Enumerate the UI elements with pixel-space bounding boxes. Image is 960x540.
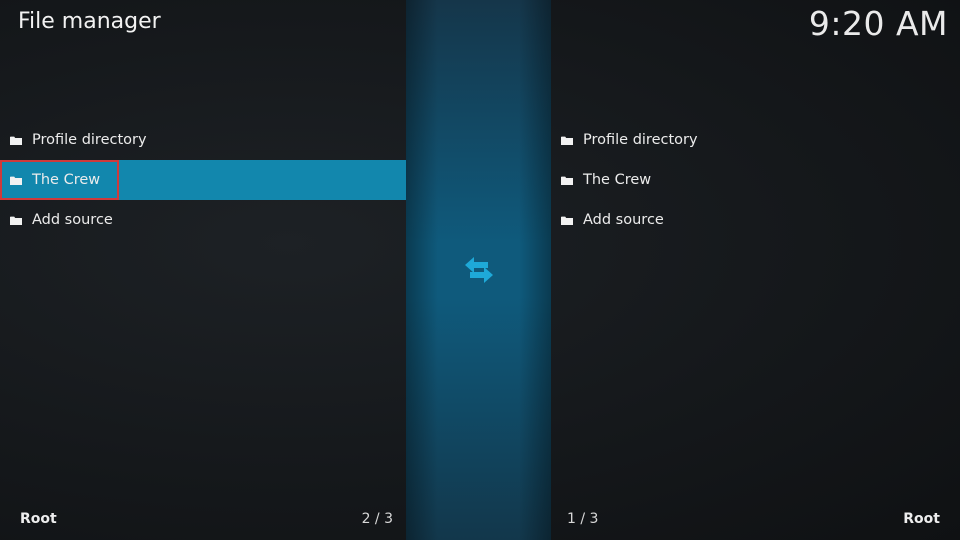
list-item-add-source[interactable]: Add source <box>551 200 960 240</box>
left-source-list: Profile directory The Crew Add source <box>0 120 406 240</box>
list-item-label: Add source <box>583 212 664 228</box>
list-item-the-crew[interactable]: The Crew <box>0 160 406 200</box>
folder-icon <box>561 176 573 185</box>
list-item-the-crew[interactable]: The Crew <box>551 160 960 200</box>
folder-icon <box>10 176 22 185</box>
list-item-label: The Crew <box>583 172 652 188</box>
list-item-label: Profile directory <box>32 132 147 148</box>
file-manager-screen: File manager 9:20 AM Profile directory T… <box>0 0 960 540</box>
right-source-list: Profile directory The Crew Add source <box>551 120 960 240</box>
left-pane: Profile directory The Crew Add source Ro… <box>0 0 406 540</box>
list-item-profile-directory[interactable]: Profile directory <box>551 120 960 160</box>
folder-icon <box>561 216 573 225</box>
swap-arrows-icon[interactable] <box>462 254 496 286</box>
list-item-label: The Crew <box>32 172 101 188</box>
left-path-label: Root <box>20 511 57 527</box>
list-item-profile-directory[interactable]: Profile directory <box>0 120 406 160</box>
right-pane: Profile directory The Crew Add source 1 … <box>551 0 960 540</box>
list-item-label: Profile directory <box>583 132 698 148</box>
right-path-label: Root <box>903 511 940 527</box>
list-item-add-source[interactable]: Add source <box>0 200 406 240</box>
pane-divider <box>406 0 551 540</box>
right-item-count: 1 / 3 <box>567 511 599 527</box>
folder-icon <box>561 136 573 145</box>
list-item-label: Add source <box>32 212 113 228</box>
left-item-count: 2 / 3 <box>361 511 393 527</box>
folder-icon <box>10 136 22 145</box>
folder-icon <box>10 216 22 225</box>
